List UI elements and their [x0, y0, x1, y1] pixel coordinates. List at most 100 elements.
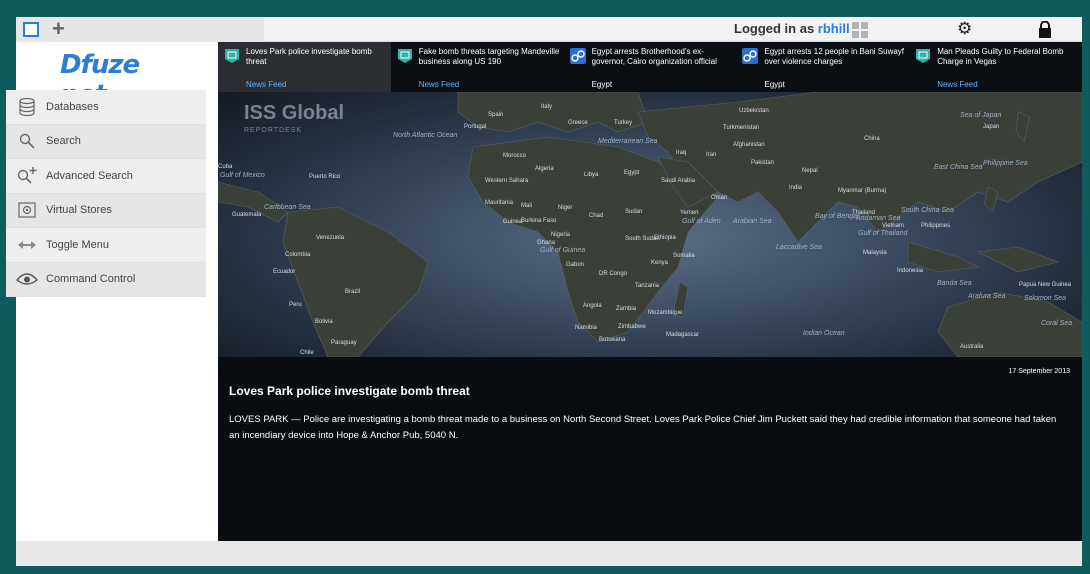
feed-category: News Feed [246, 80, 287, 89]
menu-item-command-control[interactable]: Command Control [6, 262, 206, 297]
eye-icon [16, 269, 38, 289]
feed-category: News Feed [418, 80, 460, 89]
map-label: Namibia [575, 325, 598, 331]
apps-grid-icon[interactable] [852, 22, 868, 38]
feed-title: Egypt arrests 12 people in Bani Suwayf o… [764, 47, 905, 66]
dfuze-logo: Dfuze net [60, 50, 140, 110]
article-panel: 17 September 2013 Loves Park police inve… [218, 357, 1082, 541]
map-label: Mali [521, 203, 533, 209]
ocean-label: Arabian Sea [733, 218, 772, 225]
world-map[interactable]: ISS Global REPORTDESK Spain Portugal Ital… [218, 92, 1082, 357]
map-label: Turkey [614, 120, 633, 126]
map-label: Chad [589, 213, 604, 219]
handcuffs-icon [569, 48, 586, 64]
ocean-label: Philippine Sea [983, 160, 1028, 167]
map-label: Botswana [599, 337, 626, 343]
map-label: Paraguay [331, 340, 357, 346]
feed-title: Egypt arrests Brotherhood's ex-governor,… [591, 47, 717, 66]
search-icon [16, 131, 38, 151]
username-link[interactable]: rbhill [818, 21, 850, 36]
ocean-label: Gulf of Thailand [858, 230, 908, 237]
feed-item[interactable]: Fake bomb threats targeting Mandeville b… [391, 42, 564, 92]
menu-item-databases[interactable]: Databases [6, 90, 206, 125]
map-label: India [789, 185, 803, 191]
map-label: Australia [960, 344, 984, 350]
ocean-label: Laccadive Sea [776, 244, 822, 251]
map-label: Venezuela [316, 235, 345, 241]
map-label: Portugal [464, 124, 487, 130]
map-label: Zambia [616, 306, 637, 312]
menu-item-toggle-menu[interactable]: Toggle Menu [6, 228, 206, 263]
map-label: Algeria [535, 166, 554, 172]
ocean-label: Sea of Japan [960, 112, 1002, 119]
menu-item-virtual-stores[interactable]: Virtual Stores [6, 193, 206, 228]
map-label: Greece [568, 120, 588, 126]
map-landmass [218, 92, 1082, 357]
map-label: Spain [488, 112, 504, 118]
map-label: Japan [983, 124, 1000, 130]
lock-icon[interactable] [1038, 20, 1052, 38]
footer-bar [16, 541, 1082, 566]
menu-label: Databases [46, 100, 99, 113]
feed-title: Fake bomb threats targeting Mandeville b… [418, 47, 560, 66]
main-panel: Loves Park police investigate bomb threa… [218, 42, 1082, 541]
map-label: Tanzania [635, 283, 660, 289]
map-label: Indonesia [897, 268, 924, 274]
map-label: Afghanistan [733, 142, 765, 148]
window-icon[interactable] [23, 22, 39, 37]
menu-label: Toggle Menu [46, 238, 109, 251]
database-icon [16, 97, 38, 117]
ocean-label: Gulf of Aden [682, 218, 721, 225]
map-label: Mauritania [485, 200, 514, 206]
map-label: Burkina Faso [521, 218, 557, 224]
feed-category: Egypt [764, 80, 785, 89]
map-label: Niger [558, 205, 573, 211]
map-label: Oman [711, 195, 728, 201]
ocean-label: East China Sea [934, 164, 983, 171]
map-label: Puerto Rico [309, 174, 341, 180]
feed-item[interactable]: Man Pleads Guilty to Federal Bomb Charge… [909, 42, 1082, 92]
map-label: Ghana [537, 240, 556, 246]
map-label: Uzbekistan [739, 108, 769, 114]
ocean-label: Banda Sea [937, 280, 972, 287]
ocean-label: Andaman Sea [856, 215, 901, 222]
ocean-label: Gulf of Guinea [540, 247, 586, 254]
menu-item-search[interactable]: Search [6, 124, 206, 159]
feed-item[interactable]: Loves Park police investigate bomb threa… [218, 42, 391, 92]
map-label: Pakistan [751, 160, 775, 166]
article-title[interactable]: Loves Park police investigate bomb threa… [229, 384, 470, 398]
left-panel: Dfuze net Databases Search Advanced Sear… [6, 42, 218, 541]
login-prefix: Logged in as [734, 21, 818, 36]
advanced-search-icon [16, 166, 38, 186]
map-label: Vietnam [882, 223, 904, 229]
ocean-label: Caribbean Sea [264, 204, 311, 211]
map-label: Western Sahara [485, 178, 529, 184]
feed-item[interactable]: Egypt arrests Brotherhood's ex-governor,… [564, 42, 737, 92]
map-label: DR Congo [599, 271, 628, 277]
map-label: Philippines [921, 223, 951, 229]
map-label: Brazil [345, 289, 361, 295]
feed-item[interactable]: Egypt arrests 12 people in Bani Suwayf o… [736, 42, 909, 92]
map-label: Libya [584, 172, 599, 178]
map-label: Guatemala [232, 212, 262, 218]
menu-label: Search [46, 135, 81, 148]
side-menu: Databases Search Advanced Search Virtual… [6, 90, 206, 297]
menu-label: Advanced Search [46, 169, 133, 182]
map-label: Nigeria [551, 232, 571, 238]
menu-label: Virtual Stores [46, 204, 112, 217]
map-label: Egypt [624, 170, 640, 176]
tab-strip: + [16, 17, 264, 42]
map-label: Zimbabwe [618, 324, 646, 330]
ocean-label: Solomon Sea [1024, 295, 1067, 302]
map-label: South Sudan [625, 236, 660, 242]
map-label: Iraq [676, 150, 687, 156]
news-ticker: Loves Park police investigate bomb threa… [218, 42, 1082, 92]
news-feed-icon [225, 49, 239, 63]
gear-icon[interactable]: ⚙ [957, 19, 972, 39]
map-label: Italy [541, 104, 553, 110]
top-bar: + Logged in as rbhill ⚙ [16, 17, 1082, 42]
menu-item-advanced-search[interactable]: Advanced Search [6, 159, 206, 194]
handcuffs-icon [742, 48, 759, 64]
add-tab-icon[interactable]: + [52, 18, 72, 40]
map-label: Gabon [566, 262, 585, 268]
